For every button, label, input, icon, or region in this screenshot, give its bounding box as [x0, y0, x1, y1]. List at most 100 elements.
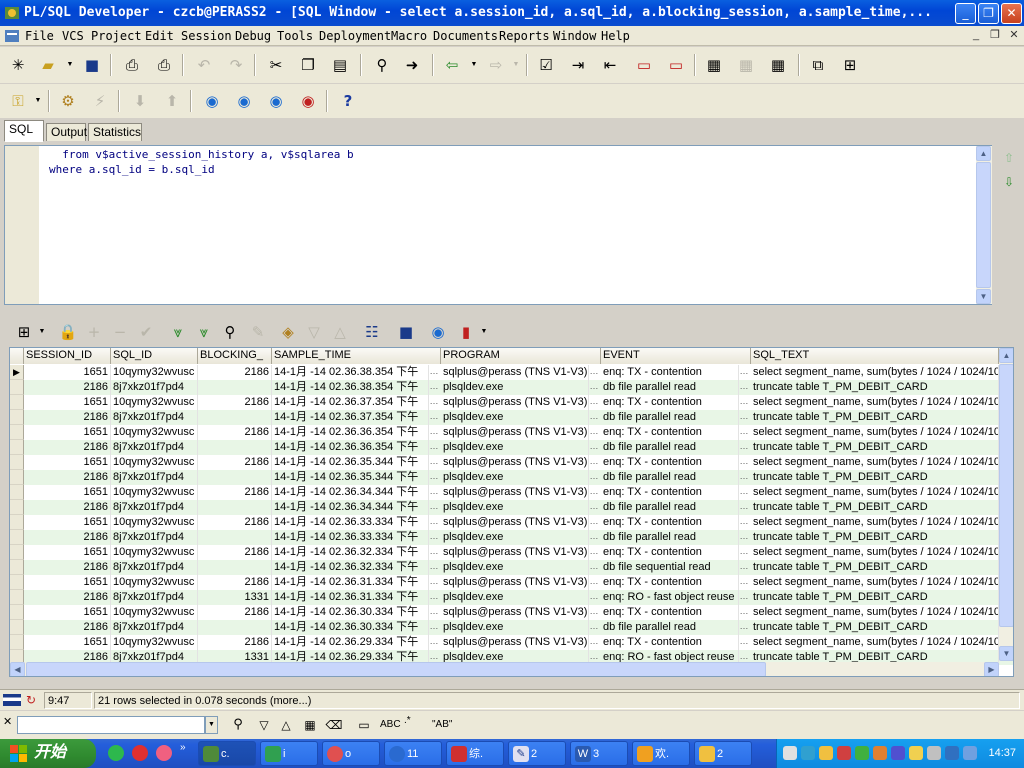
cell-sql-id[interactable]: 10qymy32wvusc: [111, 605, 198, 620]
cell-event[interactable]: enq: TX - contention: [601, 485, 739, 500]
cell-event[interactable]: enq: TX - contention: [601, 455, 739, 470]
cell-session-id[interactable]: 1651: [24, 515, 111, 530]
table-row[interactable]: 1651 10qymy32wvusc 2186 14-1月 -14 02.36.37.…: [10, 395, 1013, 410]
table-row[interactable]: 1651 10qymy32wvusc 2186 14-1月 -14 02.36.30.…: [10, 605, 1013, 620]
row-indicator[interactable]: [10, 545, 24, 560]
cell-program[interactable]: sqlplus@perass (TNS V1-V3): [441, 635, 589, 650]
cell-sql-id[interactable]: 8j7xkz01f7pd4: [111, 380, 198, 395]
table-row[interactable]: 2186 8j7xkz01f7pd4 14-1月 -14 02.36.32.334 …: [10, 560, 1013, 575]
cell-editor-button[interactable]: …: [429, 591, 439, 603]
task-plsql-developer[interactable]: c.: [198, 741, 256, 766]
cell-event[interactable]: db file parallel read: [601, 440, 739, 455]
cell-sql-text[interactable]: select segment_name, sum(bytes / 1024 / …: [751, 455, 999, 470]
cell-sql-text[interactable]: select segment_name, sum(bytes / 1024 / …: [751, 545, 999, 560]
cell-program[interactable]: plsqldev.exe: [441, 410, 589, 425]
cell-sql-id[interactable]: 10qymy32wvusc: [111, 425, 198, 440]
task-8[interactable]: 欢.: [632, 741, 690, 766]
export-results-icon[interactable]: ◈: [278, 322, 298, 342]
table-row[interactable]: 1651 10qymy32wvusc 2186 14-1月 -14 02.36.36.…: [10, 425, 1013, 440]
table-row[interactable]: 1651 10qymy32wvusc 2186 14-1月 -14 02.36.33.…: [10, 515, 1013, 530]
cell-sample-time[interactable]: 14-1月 -14 02.36.33.334 下午: [272, 515, 429, 530]
cell-sql-id[interactable]: 8j7xkz01f7pd4: [111, 590, 198, 605]
cell-event[interactable]: enq: TX - contention: [601, 635, 739, 650]
cell-editor-button[interactable]: …: [739, 471, 749, 483]
cell-sql-id[interactable]: 8j7xkz01f7pd4: [111, 620, 198, 635]
tile-windows-icon[interactable]: ⊞: [840, 55, 860, 75]
cell-sql-text[interactable]: select segment_name, sum(bytes / 1024 / …: [751, 605, 999, 620]
table-row[interactable]: 2186 8j7xkz01f7pd4 14-1月 -14 02.36.30.334 …: [10, 620, 1013, 635]
row-indicator[interactable]: [10, 455, 24, 470]
volume-icon[interactable]: [927, 746, 941, 760]
cell-editor-button[interactable]: …: [739, 606, 749, 618]
cell-editor-button[interactable]: …: [739, 576, 749, 588]
execute-gear-icon[interactable]: ⚙: [58, 91, 78, 111]
task-2[interactable]: i: [260, 741, 318, 766]
cell-session-id[interactable]: 1651: [24, 605, 111, 620]
cut-icon[interactable]: ✂: [266, 55, 286, 75]
cell-editor-button[interactable]: …: [589, 486, 599, 498]
cell-sql-id[interactable]: 10qymy32wvusc: [111, 485, 198, 500]
cell-sample-time[interactable]: 14-1月 -14 02.36.30.334 下午: [272, 620, 429, 635]
cell-event[interactable]: db file parallel read: [601, 620, 739, 635]
cell-editor-button[interactable]: …: [589, 516, 599, 528]
cell-session-id[interactable]: 2186: [24, 440, 111, 455]
comment-icon[interactable]: ☑: [536, 55, 556, 75]
undo-icon[interactable]: ↶: [194, 55, 214, 75]
break-icon[interactable]: ⚡: [90, 91, 110, 111]
cell-editor-button[interactable]: …: [589, 441, 599, 453]
menu-deployment[interactable]: Deployment: [319, 29, 391, 43]
cell-program[interactable]: sqlplus@perass (TNS V1-V3): [441, 605, 589, 620]
open-folder-icon[interactable]: ▰: [38, 55, 58, 75]
cell-sql-text[interactable]: select segment_name, sum(bytes / 1024 / …: [751, 425, 999, 440]
cell-event[interactable]: enq: TX - contention: [601, 395, 739, 410]
cell-sql-id[interactable]: 10qymy32wvusc: [111, 395, 198, 410]
cell-event[interactable]: db file parallel read: [601, 380, 739, 395]
column-header-session-id[interactable]: SESSION_ID: [24, 348, 111, 364]
cell-sql-id[interactable]: 10qymy32wvusc: [111, 455, 198, 470]
cell-editor-button[interactable]: …: [429, 411, 439, 423]
task-editor-group[interactable]: ✎ 2: [508, 741, 566, 766]
tab-sql[interactable]: SQL: [4, 120, 44, 142]
cell-program[interactable]: sqlplus@perass (TNS V1-V3): [441, 425, 589, 440]
find-next-down-icon[interactable]: ▽: [254, 715, 274, 735]
row-indicator[interactable]: [10, 470, 24, 485]
next-statement-icon[interactable]: ⇩: [999, 172, 1019, 192]
cell-blocking-session[interactable]: 2186: [198, 605, 272, 620]
cell-program[interactable]: plsqldev.exe: [441, 590, 589, 605]
cell-event[interactable]: db file parallel read: [601, 410, 739, 425]
table-row[interactable]: 2186 8j7xkz01f7pd4 14-1月 -14 02.36.37.354 …: [10, 410, 1013, 425]
cell-sql-text[interactable]: select segment_name, sum(bytes / 1024 / …: [751, 635, 999, 650]
command-window-icon[interactable]: ◉: [266, 91, 286, 111]
cell-blocking-session[interactable]: [198, 560, 272, 575]
cell-program[interactable]: sqlplus@perass (TNS V1-V3): [441, 545, 589, 560]
query-by-example-icon[interactable]: ⚲: [220, 322, 240, 342]
cell-editor-button[interactable]: …: [739, 456, 749, 468]
cell-session-id[interactable]: 1651: [24, 635, 111, 650]
paste-icon[interactable]: ▤: [330, 55, 350, 75]
column-header-program[interactable]: PROGRAM: [441, 348, 601, 364]
cell-editor-button[interactable]: …: [739, 426, 749, 438]
cell-sql-id[interactable]: 10qymy32wvusc: [111, 515, 198, 530]
cell-sample-time[interactable]: 14-1月 -14 02.36.36.354 下午: [272, 440, 429, 455]
next-page-icon[interactable]: ⩔: [168, 322, 188, 342]
menu-file[interactable]: File: [25, 29, 54, 43]
import-icon[interactable]: ⇦: [442, 55, 462, 75]
tray-icon[interactable]: [873, 746, 887, 760]
cell-event[interactable]: enq: TX - contention: [601, 515, 739, 530]
row-indicator[interactable]: [10, 530, 24, 545]
cell-editor-button[interactable]: …: [589, 366, 599, 378]
cell-editor-button[interactable]: …: [429, 606, 439, 618]
cell-program[interactable]: sqlplus@perass (TNS V1-V3): [441, 455, 589, 470]
refresh-icon[interactable]: ↻: [26, 693, 36, 707]
cell-editor-button[interactable]: …: [429, 426, 439, 438]
log-on-key-icon[interactable]: ⚿: [8, 91, 28, 111]
maximize-button[interactable]: ❐: [978, 3, 999, 24]
cell-editor-button[interactable]: …: [589, 501, 599, 513]
cell-sample-time[interactable]: 14-1月 -14 02.36.32.334 下午: [272, 560, 429, 575]
open-dropdown-icon[interactable]: ▼: [66, 55, 74, 75]
column-header-sample-time[interactable]: SAMPLE_TIME: [272, 348, 441, 364]
compile-icon[interactable]: ▦: [768, 55, 788, 75]
cell-event[interactable]: db file sequential read: [601, 560, 739, 575]
cell-blocking-session[interactable]: 2186: [198, 635, 272, 650]
save-icon[interactable]: ■: [82, 55, 102, 75]
